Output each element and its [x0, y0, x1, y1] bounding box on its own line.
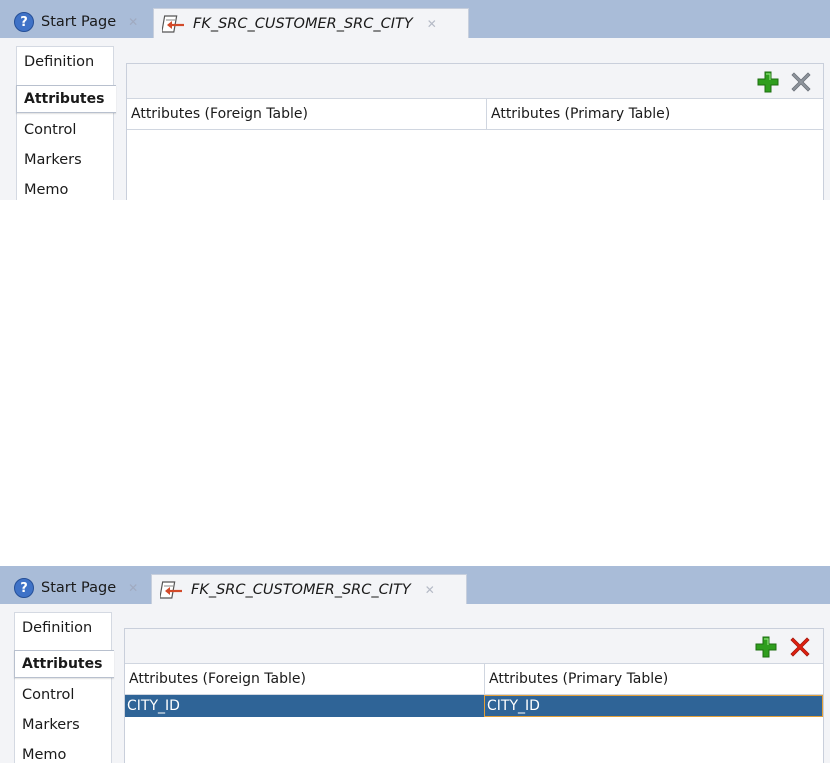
- tab-bar: ? Start Page ✕ FK_SRC_CUSTOMER_SRC_CITY …: [0, 566, 830, 605]
- attributes-toolbar: [127, 64, 823, 99]
- nav-item-attributes[interactable]: Attributes: [14, 650, 114, 678]
- editor-content: Definition Attributes Control Markers Me…: [0, 38, 830, 200]
- remove-icon[interactable]: [789, 636, 811, 658]
- column-header-foreign[interactable]: Attributes (Foreign Table): [125, 664, 485, 694]
- column-header-foreign[interactable]: Attributes (Foreign Table): [127, 99, 487, 129]
- remove-icon[interactable]: [790, 71, 812, 93]
- cell-foreign-attribute[interactable]: CITY_ID: [125, 695, 484, 717]
- nav-item-memo[interactable]: Memo: [17, 176, 113, 200]
- cell-primary-attribute[interactable]: CITY_ID: [484, 695, 823, 717]
- close-icon[interactable]: ✕: [425, 583, 435, 597]
- help-icon: ?: [14, 12, 34, 32]
- editor-content: Definition Attributes Control Markers Me…: [0, 604, 830, 763]
- nav-item-control[interactable]: Control: [17, 116, 113, 144]
- tab-label: FK_SRC_CUSTOMER_SRC_CITY: [193, 16, 413, 32]
- add-icon[interactable]: [757, 71, 779, 93]
- close-icon[interactable]: ✕: [427, 17, 437, 31]
- tab-label: Start Page: [41, 14, 117, 30]
- tab-start-page[interactable]: ? Start Page ✕: [6, 573, 150, 603]
- foreign-key-icon: [162, 15, 184, 33]
- close-icon[interactable]: ✕: [128, 581, 138, 595]
- tab-label: Start Page: [41, 580, 117, 596]
- nav-item-attributes[interactable]: Attributes: [16, 85, 116, 113]
- tab-label: FK_SRC_CUSTOMER_SRC_CITY: [191, 582, 411, 598]
- attributes-pane: Attributes (Foreign Table) Attributes (P…: [124, 628, 824, 763]
- table-header: Attributes (Foreign Table) Attributes (P…: [125, 664, 823, 695]
- editor-panel-before: ? Start Page ✕ FK_SRC_CUSTOMER_SRC_CITY …: [0, 0, 830, 200]
- tab-foreign-key[interactable]: FK_SRC_CUSTOMER_SRC_CITY ✕: [151, 574, 467, 605]
- nav-item-definition[interactable]: Definition: [17, 48, 113, 76]
- nav-item-memo[interactable]: Memo: [15, 741, 111, 763]
- editor-panel-after: ? Start Page ✕ FK_SRC_CUSTOMER_SRC_CITY …: [0, 566, 830, 763]
- nav-item-definition[interactable]: Definition: [15, 614, 111, 642]
- table-row[interactable]: CITY_ID CITY_ID: [125, 695, 823, 717]
- close-icon[interactable]: ✕: [128, 15, 138, 29]
- column-header-primary[interactable]: Attributes (Primary Table): [487, 99, 823, 129]
- tab-bar: ? Start Page ✕ FK_SRC_CUSTOMER_SRC_CITY …: [0, 0, 830, 39]
- nav-item-markers[interactable]: Markers: [17, 146, 113, 174]
- section-nav: Definition Attributes Control Markers Me…: [16, 46, 116, 200]
- tab-start-page[interactable]: ? Start Page ✕: [6, 7, 150, 37]
- attributes-pane: Attributes (Foreign Table) Attributes (P…: [126, 63, 824, 200]
- nav-item-markers[interactable]: Markers: [15, 711, 111, 739]
- section-nav: Definition Attributes Control Markers Me…: [14, 612, 114, 763]
- attributes-toolbar: [125, 629, 823, 664]
- add-icon[interactable]: [755, 636, 777, 658]
- nav-item-control[interactable]: Control: [15, 681, 111, 709]
- column-header-primary[interactable]: Attributes (Primary Table): [485, 664, 823, 694]
- foreign-key-icon: [160, 581, 182, 599]
- table-header: Attributes (Foreign Table) Attributes (P…: [127, 99, 823, 130]
- tab-foreign-key[interactable]: FK_SRC_CUSTOMER_SRC_CITY ✕: [153, 8, 469, 39]
- help-icon: ?: [14, 578, 34, 598]
